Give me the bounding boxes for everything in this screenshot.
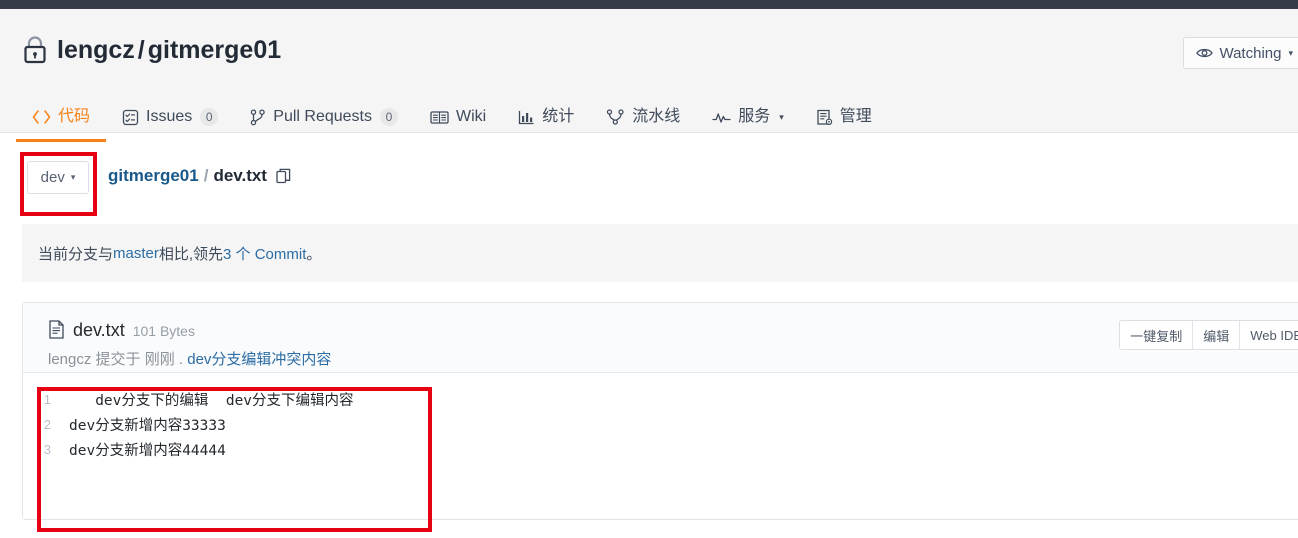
page-title: lengcz / gitmerge01 <box>57 36 281 65</box>
watching-label: Watching <box>1219 44 1282 62</box>
line-number: 2 <box>43 417 51 432</box>
breadcrumb-repo-link[interactable]: gitmerge01 <box>108 166 199 186</box>
tab-service-label: 服务 <box>738 108 771 125</box>
issues-icon <box>122 109 139 126</box>
repo-owner[interactable]: lengcz <box>57 36 135 64</box>
file-size: 101 Bytes <box>132 323 195 339</box>
pull-requests-count-badge: 0 <box>379 108 398 126</box>
line-content[interactable]: dev分支新增内容33333 <box>69 414 226 435</box>
notice-base-branch-link[interactable]: master <box>113 245 159 262</box>
pipeline-icon <box>606 109 625 125</box>
notice-middle: 相比,领先 <box>158 245 224 263</box>
tab-wiki-label: Wiki <box>455 108 487 125</box>
eye-icon <box>1196 47 1214 59</box>
line-content[interactable]: dev分支新增内容44444 <box>69 439 226 460</box>
code-line: 2 dev分支新增内容33333 <box>23 412 1298 437</box>
line-number: 3 <box>43 442 51 457</box>
file-viewer-card: dev.txt 101 Bytes lengcz 提交于 刚刚 . dev分支编… <box>22 302 1298 520</box>
notice-suffix: 。 <box>306 245 322 263</box>
line-number: 1 <box>43 392 51 407</box>
repo-header-band: lengcz / gitmerge01 Watching ▾ 代码 Issues… <box>0 9 1298 142</box>
service-icon <box>712 111 731 124</box>
tab-issues-label: Issues <box>146 108 193 125</box>
notice-commit-link[interactable]: 3 个 Commit <box>223 243 306 264</box>
chevron-down-icon: ▾ <box>70 172 76 182</box>
file-name-row: dev.txt 101 Bytes <box>48 317 195 341</box>
chevron-down-icon: ▾ <box>779 111 784 122</box>
lock-icon <box>22 35 48 65</box>
tab-manage-label: 管理 <box>839 108 872 125</box>
breadcrumb-separator: / <box>203 166 209 185</box>
code-icon <box>32 110 51 124</box>
edit-button[interactable]: 编辑 <box>1193 321 1241 349</box>
breadcrumb: gitmerge01 / dev.txt <box>108 166 291 186</box>
branch-breadcrumb-row: dev ▾ gitmerge01 / dev.txt <box>0 133 1298 221</box>
code-line: 1 dev分支下的编辑 dev分支下编辑内容 <box>23 387 1298 412</box>
pr-icon <box>250 108 266 126</box>
page-root: lengcz / gitmerge01 Watching ▾ 代码 Issues… <box>0 0 1298 538</box>
file-name: dev.txt <box>73 320 125 340</box>
manage-icon <box>816 109 833 126</box>
top-dark-bar <box>0 0 1298 9</box>
commit-info-line: lengcz 提交于 刚刚 . dev分支编辑冲突内容 <box>48 348 331 369</box>
notice-prefix: 当前分支与 <box>38 245 114 263</box>
repo-title-separator: / <box>137 35 145 64</box>
tab-stats-label: 统计 <box>542 108 575 125</box>
repo-title-row: lengcz / gitmerge01 <box>22 30 281 70</box>
issues-count-badge: 0 <box>200 108 219 126</box>
breadcrumb-current-file: dev.txt <box>213 166 267 185</box>
copy-icon[interactable] <box>276 168 291 184</box>
file-card-header: dev.txt 101 Bytes lengcz 提交于 刚刚 . dev分支编… <box>23 303 1298 373</box>
commit-author[interactable]: lengcz <box>48 351 91 368</box>
file-text-icon <box>48 320 65 339</box>
commit-time: 刚刚 <box>144 351 175 368</box>
code-line: 3 dev分支新增内容44444 <box>23 437 1298 462</box>
tab-pipeline-label: 流水线 <box>632 108 681 125</box>
repo-name[interactable]: gitmerge01 <box>148 36 281 64</box>
wiki-icon <box>430 110 449 125</box>
commit-dot: . <box>174 351 188 368</box>
web-ide-button[interactable]: Web IDE <box>1240 321 1298 349</box>
tab-pull-requests-label: Pull Requests <box>273 108 372 125</box>
stats-icon <box>518 110 535 125</box>
line-content[interactable]: dev分支下的编辑 dev分支下编辑内容 <box>69 389 353 410</box>
tab-code-label: 代码 <box>58 108 91 125</box>
watching-button[interactable]: Watching ▾ <box>1183 37 1298 69</box>
copy-all-button[interactable]: 一键复制 <box>1120 321 1194 349</box>
commit-message[interactable]: dev分支编辑冲突内容 <box>187 351 331 368</box>
file-content-area: 1 dev分支下的编辑 dev分支下编辑内容 2 dev分支新增内容33333 … <box>23 373 1298 519</box>
branch-selector-label: dev <box>40 169 65 186</box>
branch-compare-notice: 当前分支与 master 相比,领先 3 个 Commit。 <box>22 224 1298 282</box>
file-actions-button-group: 一键复制 编辑 Web IDE <box>1119 320 1298 350</box>
commit-prefix: 提交于 <box>91 351 145 368</box>
chevron-down-icon: ▾ <box>1288 47 1293 58</box>
branch-selector-button[interactable]: dev ▾ <box>27 161 89 194</box>
